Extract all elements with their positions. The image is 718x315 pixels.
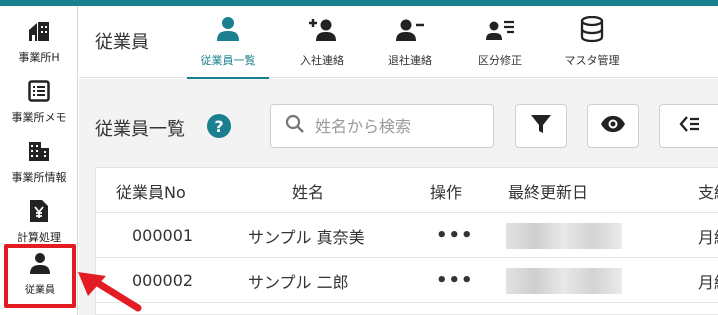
column-header-action: 操作 <box>430 182 463 202</box>
sidebar-item-label: 事業所メモ <box>11 111 67 124</box>
sidebar-item-employees[interactable]: 従業員 <box>4 244 76 308</box>
annotation-arrow-icon <box>78 272 142 312</box>
tab-category-edit[interactable]: 区分修正 <box>467 14 533 76</box>
search-input[interactable] <box>315 116 485 136</box>
sidebar-item-label: 計算処理 <box>17 231 61 244</box>
employee-table: 従業員No 姓名 操作 最終更新日 支給 000001 サンプル 真奈美 •••… <box>95 167 718 315</box>
row-actions-button[interactable]: ••• <box>436 258 474 303</box>
sidebar-item-office-home[interactable]: 事業所H <box>0 14 78 74</box>
eye-icon <box>600 115 626 137</box>
sidebar-item-office-memo[interactable]: 事業所メモ <box>0 74 78 134</box>
sidebar: 事業所H 事業所メモ 事業所情報 計算処理 従業員 <box>0 6 78 315</box>
tab-employee-list[interactable]: 従業員一覧 <box>187 14 269 79</box>
help-icon[interactable]: ? <box>207 114 231 138</box>
database-icon <box>580 14 604 42</box>
tab-label: 退社連絡 <box>388 54 432 67</box>
cell-employee-name: サンプル 真奈美 <box>248 227 365 247</box>
sort-list-icon <box>678 115 700 137</box>
filter-button[interactable] <box>515 104 567 148</box>
cell-employee-no: 000001 <box>132 226 194 245</box>
sidebar-item-label: 事業所H <box>18 51 60 64</box>
row-actions-button[interactable]: ••• <box>436 213 474 258</box>
main-content: 従業員一覧 ? 従業員No 姓名 操作 最終更新日 支給 000001 <box>79 79 718 315</box>
building-home-icon <box>26 18 52 44</box>
tab-label: マスタ管理 <box>564 54 620 67</box>
sidebar-item-label: 事業所情報 <box>11 171 67 184</box>
redacted-date <box>506 223 622 249</box>
cell-pay-type: 月給 <box>698 227 718 247</box>
search-box[interactable] <box>270 104 494 148</box>
column-header-name[interactable]: 姓名 <box>292 168 324 213</box>
table-row[interactable]: 000001 サンプル 真奈美 ••• 月給 <box>96 213 718 258</box>
tab-leave-notice[interactable]: 退社連絡 <box>377 14 443 76</box>
visibility-button[interactable] <box>587 104 639 148</box>
header: 従業員 従業員一覧 入社連絡 退社連絡 区分修正 マスタ管理 <box>79 6 718 79</box>
tab-label: 従業員一覧 <box>200 54 256 67</box>
person-list-icon <box>485 14 515 42</box>
sidebar-item-office-info[interactable]: 事業所情報 <box>0 134 78 194</box>
tab-master-management[interactable]: マスタ管理 <box>555 14 629 76</box>
person-icon <box>27 250 53 276</box>
person-remove-icon <box>395 14 425 42</box>
redacted-date <box>506 268 622 294</box>
person-icon <box>216 14 240 42</box>
person-add-icon <box>307 14 337 42</box>
table-header-row: 従業員No 姓名 操作 最終更新日 支給 <box>96 168 718 213</box>
tab-label: 入社連絡 <box>300 54 344 67</box>
cell-employee-name: サンプル 二郎 <box>248 272 349 292</box>
search-icon <box>285 114 305 138</box>
cell-pay-type: 月給 <box>698 272 718 292</box>
section-title: 従業員一覧 <box>95 119 185 140</box>
tab-label: 区分修正 <box>478 54 522 67</box>
tab-hire-notice[interactable]: 入社連絡 <box>289 14 355 76</box>
column-header-updated[interactable]: 最終更新日 <box>508 168 588 213</box>
sort-button[interactable] <box>659 104 718 148</box>
page-title: 従業員 <box>95 32 149 53</box>
column-header-no[interactable]: 従業員No <box>116 168 186 213</box>
memo-list-icon <box>26 78 52 104</box>
yen-document-icon <box>26 198 52 224</box>
column-header-pay[interactable]: 支給 <box>698 168 718 213</box>
office-building-icon <box>26 138 52 164</box>
sidebar-item-label: 従業員 <box>25 285 55 296</box>
filter-icon <box>530 113 552 139</box>
table-row[interactable]: 000002 サンプル 二郎 ••• 月給 <box>96 258 718 303</box>
